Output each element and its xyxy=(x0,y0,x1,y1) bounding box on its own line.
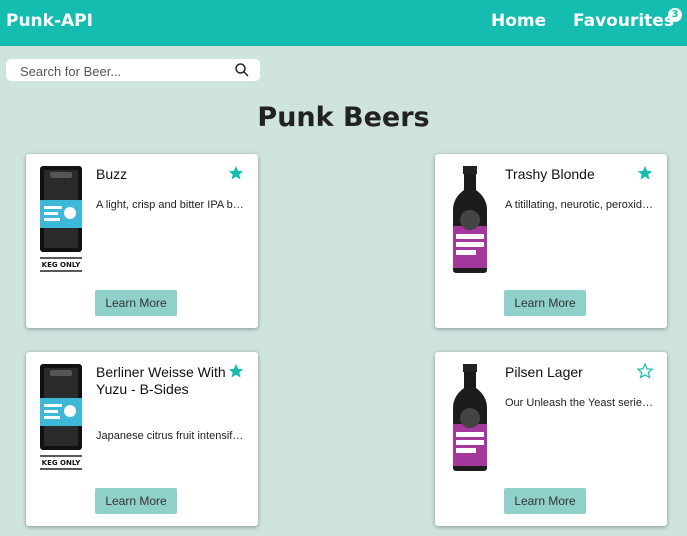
search-icon[interactable] xyxy=(234,62,250,78)
search-bar xyxy=(6,59,260,83)
favourites-count-badge: 3 xyxy=(668,8,682,22)
beer-card: Trashy Blonde A titillating, neurotic, p… xyxy=(435,154,667,328)
learn-more-button[interactable]: Learn More xyxy=(95,290,177,316)
beer-card: Pilsen Lager Our Unleash the Yeast serie… xyxy=(435,352,667,526)
star-filled-icon[interactable] xyxy=(228,165,244,181)
learn-more-button[interactable]: Learn More xyxy=(95,488,177,514)
beer-name: Buzz xyxy=(96,166,128,182)
beer-name: Berliner Weisse With Yuzu - B-Sides xyxy=(96,364,226,397)
search-input[interactable] xyxy=(6,59,232,83)
purple-bottle-icon xyxy=(453,364,487,471)
keg-only-can-icon: KEG ONLY xyxy=(40,364,82,470)
learn-more-button[interactable]: Learn More xyxy=(504,290,586,316)
svg-text:KEG ONLY: KEG ONLY xyxy=(42,261,82,269)
nav-favourites-link[interactable]: Favourites xyxy=(573,11,674,31)
beer-name: Trashy Blonde xyxy=(505,166,595,182)
beer-name: Pilsen Lager xyxy=(505,364,583,380)
beer-description: A titillating, neurotic, peroxide punk o… xyxy=(505,199,653,211)
svg-text:KEG ONLY: KEG ONLY xyxy=(42,459,82,467)
learn-more-button[interactable]: Learn More xyxy=(504,488,586,514)
beer-card: KEG ONLY Buzz A light, crisp and bitter … xyxy=(26,154,258,328)
star-filled-icon[interactable] xyxy=(228,363,244,379)
beer-description: Our Unleash the Yeast series was an epic… xyxy=(505,397,653,409)
beer-description: Japanese citrus fruit intensifies the so… xyxy=(96,430,244,442)
beer-card: KEG ONLY Berliner Weisse With Yuzu - B-S… xyxy=(26,352,258,526)
purple-bottle-icon xyxy=(453,166,487,273)
nav-home-link[interactable]: Home xyxy=(491,11,546,31)
star-outline-icon[interactable] xyxy=(637,363,653,379)
keg-only-can-icon: KEG ONLY xyxy=(40,166,82,272)
page-title: Punk Beers xyxy=(257,102,430,133)
star-filled-icon[interactable] xyxy=(637,165,653,181)
beer-description: A light, crisp and bitter IPA brewed wit… xyxy=(96,199,244,211)
brand-logo[interactable]: Punk-API xyxy=(6,11,93,31)
header-bar: Punk-API Home Favourites 3 xyxy=(0,0,687,46)
